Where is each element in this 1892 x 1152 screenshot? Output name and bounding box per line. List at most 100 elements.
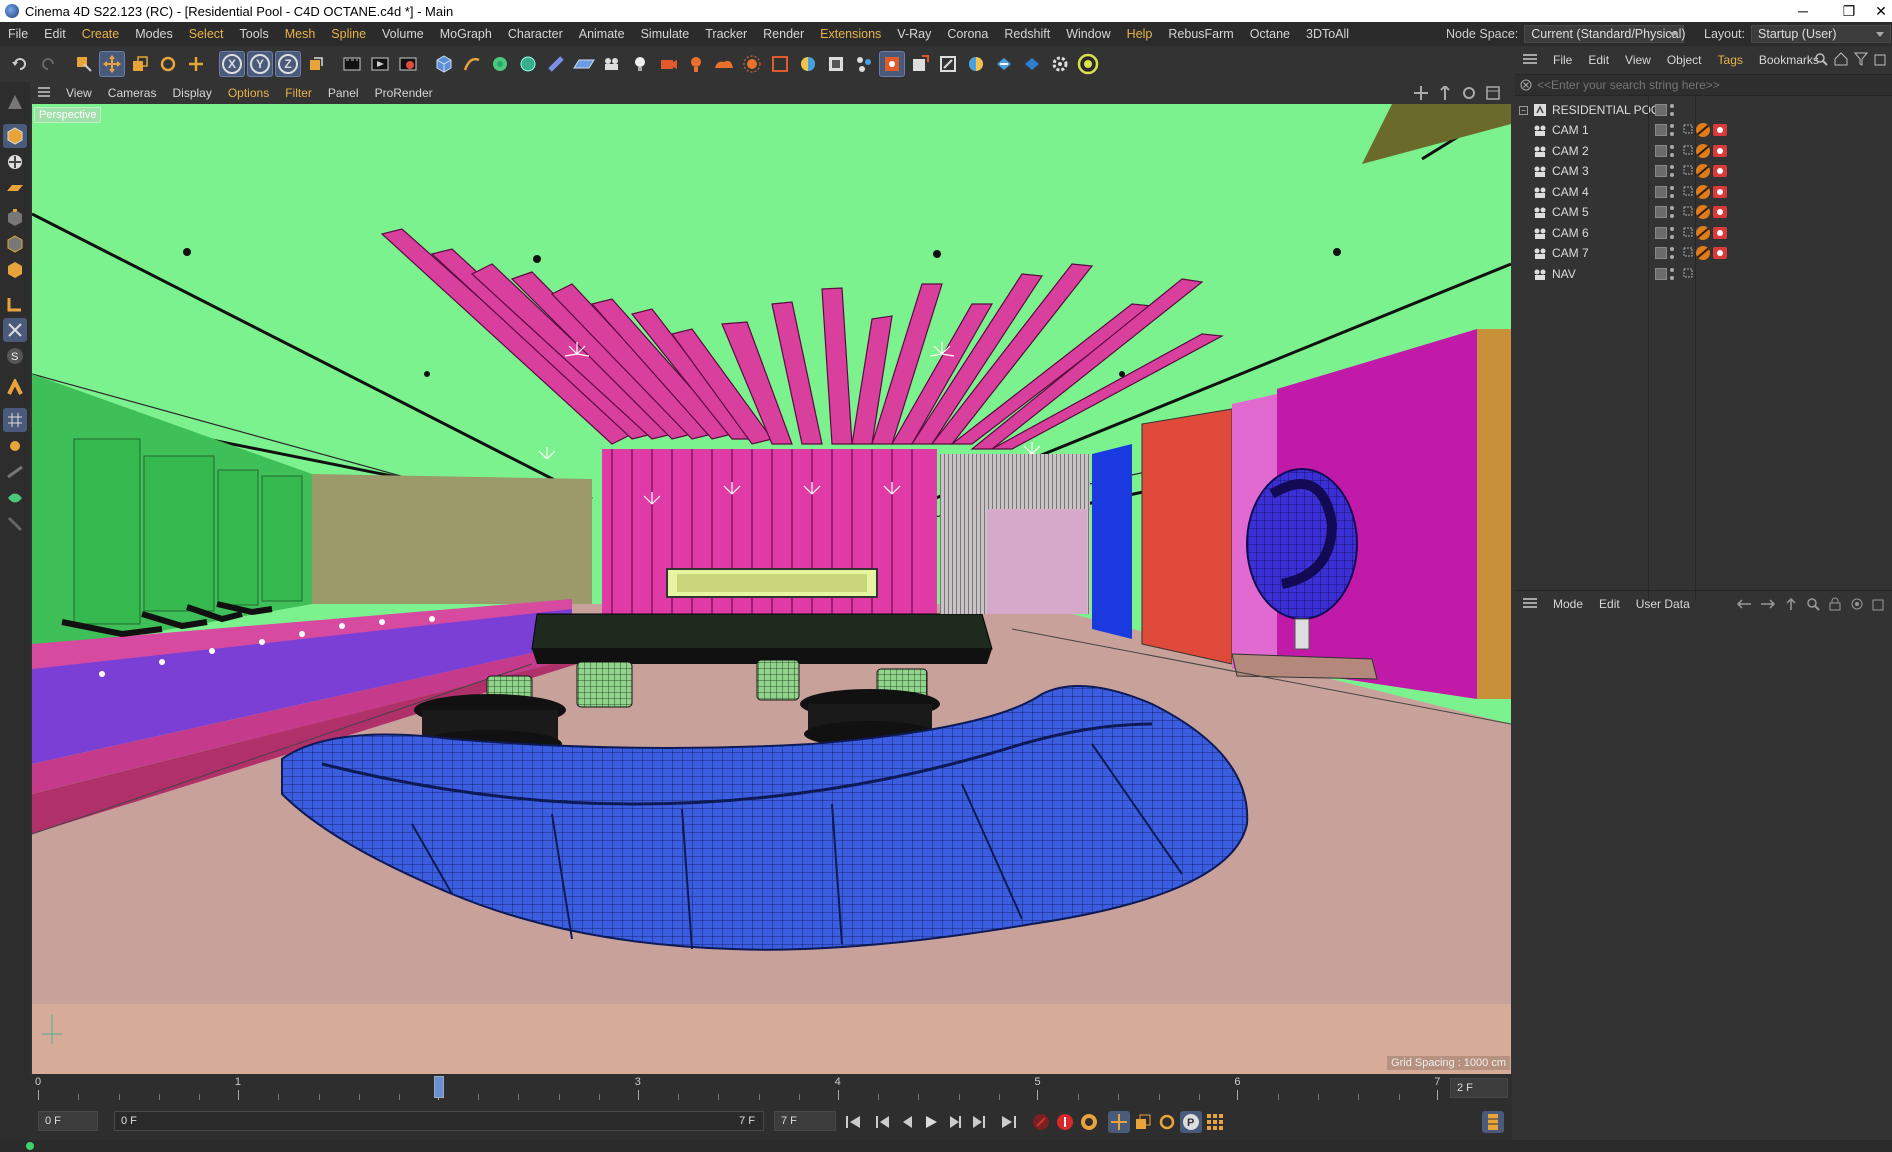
octane-camera-tag-icon[interactable]	[1696, 225, 1710, 240]
menu-octane[interactable]: Octane	[1242, 27, 1298, 41]
workplane-icon[interactable]	[3, 176, 27, 200]
symmetry-icon[interactable]	[3, 486, 27, 510]
camera-tag-icon[interactable]	[1713, 165, 1727, 177]
menu-mograph[interactable]: MoGraph	[432, 27, 500, 41]
menu-volume[interactable]: Volume	[374, 27, 432, 41]
octane-camera-tag-icon[interactable]	[1696, 246, 1710, 260]
menu-window[interactable]: Window	[1058, 27, 1118, 41]
new-window-icon[interactable]	[1872, 597, 1886, 611]
octane-settings-icon[interactable]	[935, 51, 961, 77]
parameter-key-icon[interactable]: P	[1180, 1111, 1202, 1133]
rotate-tool-icon[interactable]	[155, 51, 181, 77]
object-row[interactable]: CAM 3	[1515, 161, 1892, 181]
object-manager-menu-tags[interactable]: Tags	[1710, 53, 1751, 67]
menu-corona[interactable]: Corona	[939, 27, 996, 41]
minimize-button[interactable]: ─	[1780, 0, 1826, 22]
menu-redshift[interactable]: Redshift	[996, 27, 1058, 41]
search-icon[interactable]	[1814, 52, 1828, 66]
menu-simulate[interactable]: Simulate	[633, 27, 698, 41]
model-mode-icon[interactable]	[3, 124, 27, 148]
rotation-key-icon[interactable]	[1156, 1111, 1178, 1133]
perspective-viewport[interactable]	[32, 104, 1511, 1074]
menu-character[interactable]: Character	[500, 27, 571, 41]
next-frame-icon[interactable]	[944, 1111, 966, 1133]
search-icon[interactable]	[1806, 597, 1820, 611]
editor-visibility-checkbox[interactable]	[1655, 124, 1667, 136]
end-frame-field[interactable]: 7 F	[774, 1111, 836, 1131]
deformer-icon[interactable]	[543, 51, 569, 77]
timeline-ruler[interactable]: 012345672 F	[30, 1074, 1512, 1102]
close-button[interactable]: ✕	[1870, 0, 1892, 22]
camera-tag-icon[interactable]	[1713, 206, 1727, 218]
collapse-toggle-icon[interactable]: −	[1519, 105, 1528, 115]
octane-camera-tag-icon[interactable]	[1696, 205, 1710, 219]
maximize-view-icon[interactable]	[1486, 86, 1500, 100]
editor-visibility-checkbox[interactable]	[1655, 144, 1667, 157]
tweak-icon[interactable]	[3, 434, 27, 458]
new-window-icon[interactable]	[1874, 52, 1888, 66]
octane-scatter-icon[interactable]	[851, 51, 877, 77]
menu-create[interactable]: Create	[74, 27, 128, 41]
z-axis-lock[interactable]: Z	[275, 51, 301, 77]
previous-key-icon[interactable]	[872, 1111, 894, 1133]
editor-visibility-checkbox[interactable]	[1655, 185, 1667, 198]
layout-dropdown[interactable]: Startup (User)	[1751, 25, 1892, 43]
viewport-menu-display[interactable]: Display	[164, 86, 219, 100]
object-row-root[interactable]: − RESIDENTIAL POOL	[1515, 100, 1892, 120]
menu-animate[interactable]: Animate	[571, 27, 633, 41]
solo-icon[interactable]: S	[3, 344, 27, 368]
point-level-animation-icon[interactable]	[1204, 1111, 1226, 1133]
object-manager-menu-view[interactable]: View	[1617, 53, 1659, 67]
keyframe-selection-icon[interactable]	[1078, 1111, 1100, 1133]
octane-camera-icon[interactable]	[655, 51, 681, 77]
editor-visibility-checkbox[interactable]	[1655, 226, 1667, 239]
octane-camera-tag-icon[interactable]	[1696, 143, 1710, 158]
visibility-dots-icon[interactable]	[1670, 104, 1680, 116]
attribute-manager-menu-mode[interactable]: Mode	[1545, 597, 1591, 611]
editor-visibility-checkbox[interactable]	[1655, 267, 1667, 280]
octane-camera-tag-icon[interactable]	[1696, 184, 1710, 199]
dolly-icon[interactable]	[1438, 86, 1452, 100]
camera-icon[interactable]	[599, 51, 625, 77]
object-search-input[interactable]	[1537, 78, 1837, 92]
octane-material-icon[interactable]	[795, 51, 821, 77]
menu-modes[interactable]: Modes	[127, 27, 181, 41]
pan-icon[interactable]	[1414, 86, 1428, 100]
timeline-end-field[interactable]: 2 F	[1450, 1078, 1508, 1098]
corona-icon[interactable]	[1075, 51, 1101, 77]
viewport-menu-cameras[interactable]: Cameras	[100, 86, 165, 100]
target-icon[interactable]	[1850, 597, 1864, 611]
sculpt-icon[interactable]	[3, 376, 27, 400]
scale-tool-icon[interactable]	[127, 51, 153, 77]
octane-aov-icon[interactable]	[963, 51, 989, 77]
viewport-menu-view[interactable]: View	[58, 86, 100, 100]
render-region-icon[interactable]	[339, 51, 365, 77]
next-key-icon[interactable]	[968, 1111, 990, 1133]
object-row[interactable]: CAM 1	[1515, 120, 1892, 140]
object-row[interactable]: CAM 7	[1515, 243, 1892, 263]
menu-select[interactable]: Select	[181, 27, 232, 41]
attribute-manager-menu-user-data[interactable]: User Data	[1628, 597, 1698, 611]
menu-v-ray[interactable]: V-Ray	[889, 27, 939, 41]
edges-mode-icon[interactable]	[3, 232, 27, 256]
cloner-icon[interactable]	[515, 51, 541, 77]
visibility-dots-icon[interactable]	[1670, 144, 1680, 157]
editor-visibility-checkbox[interactable]	[1655, 247, 1667, 259]
go-to-end-icon[interactable]	[998, 1111, 1020, 1133]
lock-workplane-icon[interactable]	[3, 460, 27, 484]
viewport-menu-panel[interactable]: Panel	[320, 86, 367, 100]
octane-live-viewer-icon[interactable]	[823, 51, 849, 77]
undo-icon[interactable]	[7, 51, 33, 77]
octane-camera-tag-icon[interactable]	[1696, 123, 1710, 137]
menu-spline[interactable]: Spline	[323, 27, 374, 41]
object-manager-menu-object[interactable]: Object	[1659, 53, 1710, 67]
coordinate-system-icon[interactable]	[303, 51, 329, 77]
playhead[interactable]	[433, 1076, 444, 1098]
visibility-dots-icon[interactable]	[1670, 206, 1680, 218]
lock-icon[interactable]	[1828, 597, 1842, 611]
grid-icon[interactable]	[3, 408, 27, 432]
points-mode-icon[interactable]	[3, 206, 27, 230]
move-tool-icon[interactable]	[99, 51, 125, 77]
menu-mesh[interactable]: Mesh	[277, 27, 324, 41]
preview-range-slider[interactable]: 0 F 7 F	[114, 1111, 764, 1131]
